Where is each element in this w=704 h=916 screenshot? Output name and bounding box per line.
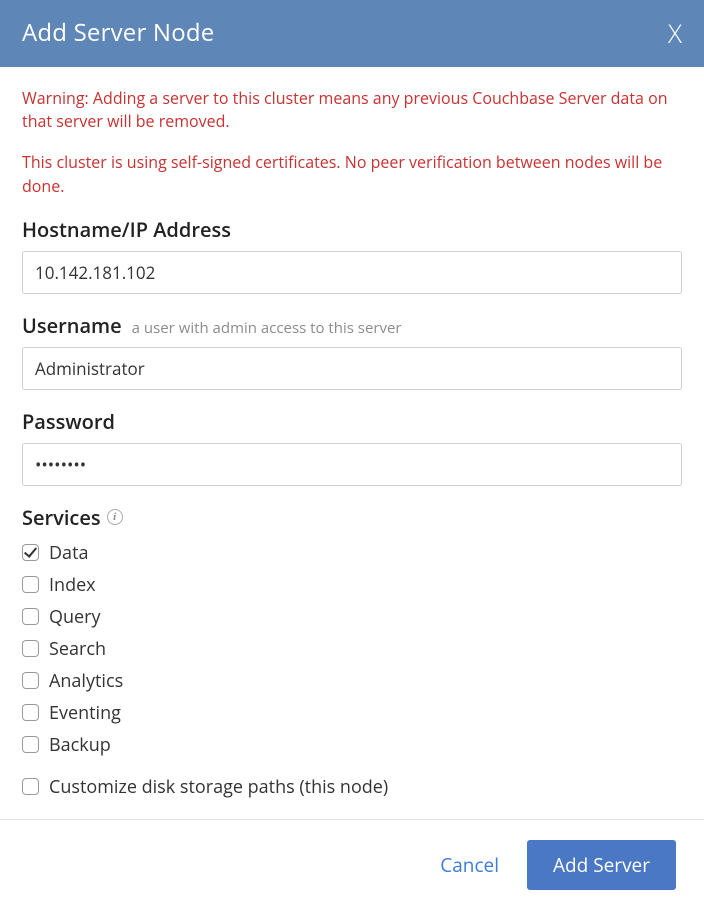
- services-label: Services i: [22, 504, 682, 531]
- modal-header: Add Server Node X: [0, 0, 704, 67]
- hostname-input[interactable]: [22, 251, 682, 294]
- password-input[interactable]: [22, 443, 682, 486]
- username-label-text: Username: [22, 312, 122, 339]
- username-label: Username a user with admin access to thi…: [22, 312, 682, 339]
- service-row-eventing[interactable]: Eventing: [22, 701, 682, 725]
- username-hint: a user with admin access to this server: [132, 318, 402, 338]
- checkbox-query[interactable]: [22, 608, 39, 625]
- info-icon[interactable]: i: [107, 509, 123, 525]
- checkbox-index[interactable]: [22, 576, 39, 593]
- add-server-button[interactable]: Add Server: [527, 840, 676, 890]
- service-label: Analytics: [49, 669, 123, 693]
- service-label: Query: [49, 605, 101, 629]
- service-label: Index: [49, 573, 96, 597]
- checkbox-eventing[interactable]: [22, 704, 39, 721]
- modal-footer: Cancel Add Server: [0, 819, 704, 916]
- checkbox-search[interactable]: [22, 640, 39, 657]
- warning-data-removal: Warning: Adding a server to this cluster…: [22, 87, 682, 133]
- service-row-analytics[interactable]: Analytics: [22, 669, 682, 693]
- service-label: Search: [49, 637, 106, 661]
- services-label-text: Services: [22, 504, 101, 531]
- services-list: Data Index Query Search Analytics Eventi…: [22, 541, 682, 757]
- username-field-group: Username a user with admin access to thi…: [22, 312, 682, 390]
- service-row-query[interactable]: Query: [22, 605, 682, 629]
- checkbox-analytics[interactable]: [22, 672, 39, 689]
- customize-storage-row[interactable]: Customize disk storage paths (this node): [22, 775, 682, 799]
- service-row-search[interactable]: Search: [22, 637, 682, 661]
- service-row-index[interactable]: Index: [22, 573, 682, 597]
- cancel-button[interactable]: Cancel: [440, 852, 499, 878]
- checkbox-customize-storage[interactable]: [22, 778, 39, 795]
- service-label: Eventing: [49, 701, 121, 725]
- username-input[interactable]: [22, 347, 682, 390]
- customize-storage-label: Customize disk storage paths (this node): [49, 775, 388, 799]
- close-icon[interactable]: X: [668, 20, 682, 46]
- hostname-label: Hostname/IP Address: [22, 216, 682, 243]
- modal-title: Add Server Node: [22, 16, 214, 49]
- password-label: Password: [22, 408, 682, 435]
- service-label: Backup: [49, 733, 111, 757]
- modal-body: Warning: Adding a server to this cluster…: [0, 67, 704, 819]
- checkbox-data[interactable]: [22, 544, 39, 561]
- service-row-data[interactable]: Data: [22, 541, 682, 565]
- password-field-group: Password: [22, 408, 682, 486]
- service-row-backup[interactable]: Backup: [22, 733, 682, 757]
- service-label: Data: [49, 541, 88, 565]
- checkbox-backup[interactable]: [22, 736, 39, 753]
- warning-self-signed-cert: This cluster is using self-signed certif…: [22, 151, 682, 197]
- hostname-field-group: Hostname/IP Address: [22, 216, 682, 294]
